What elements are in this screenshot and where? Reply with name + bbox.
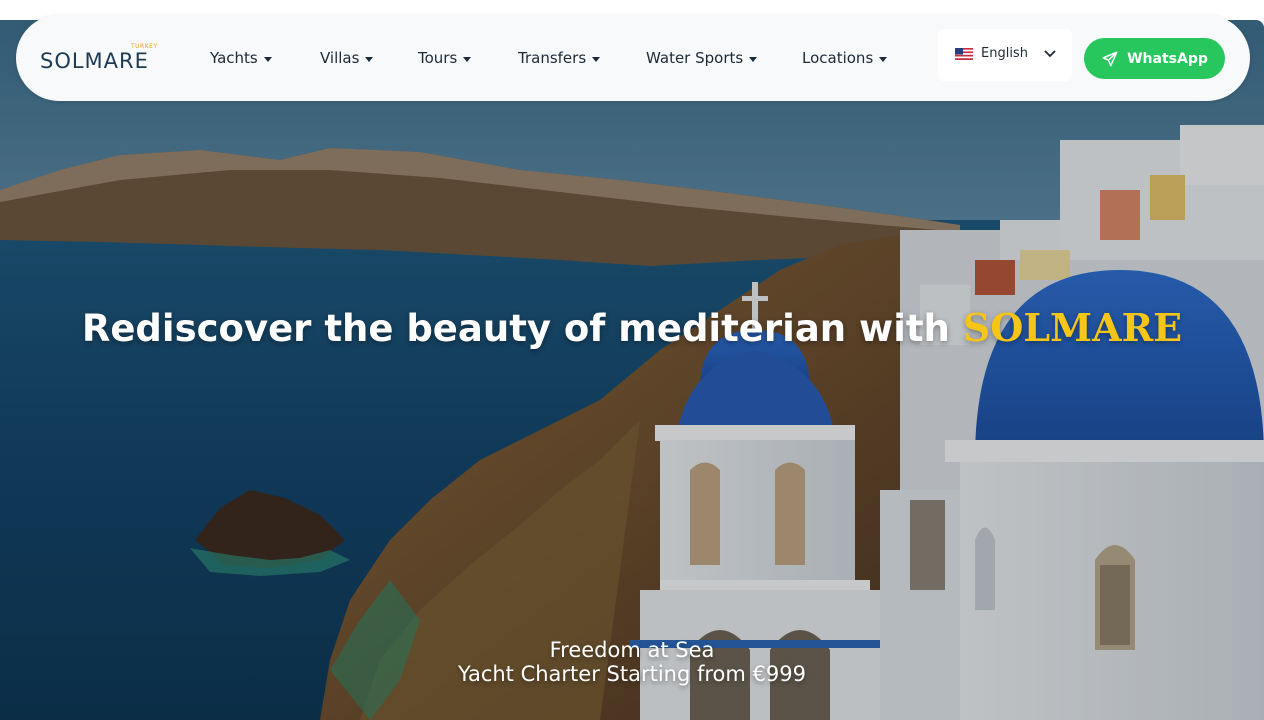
hero-tagline-line1: Freedom at Sea	[549, 638, 715, 662]
nav-item-label: Tours	[418, 49, 458, 67]
nav-item-yachts[interactable]: Yachts	[210, 48, 272, 68]
caret-down-icon	[592, 56, 601, 62]
logo-wordmark: SOLMARE	[40, 49, 149, 73]
caret-down-icon	[879, 56, 888, 62]
hero-section	[0, 20, 1264, 720]
nav-item-label: Locations	[802, 49, 874, 67]
caret-down-icon	[263, 56, 272, 62]
nav-item-water-sports[interactable]: Water Sports	[646, 48, 758, 68]
chevron-down-icon	[1044, 50, 1056, 58]
hero-tagline: Freedom at Sea Yacht Charter Starting fr…	[0, 638, 1264, 686]
hero-headline: Rediscover the beauty of mediterian with…	[0, 305, 1264, 350]
send-icon	[1102, 51, 1118, 66]
us-flag-icon	[955, 48, 973, 60]
caret-down-icon	[463, 56, 472, 62]
nav-item-label: Villas	[320, 49, 360, 67]
hero-headline-brand: SOLMARE	[962, 305, 1183, 350]
nav-item-label: Yachts	[210, 49, 258, 67]
language-label: English	[981, 46, 1028, 61]
nav-item-tours[interactable]: Tours	[418, 48, 472, 68]
solmare-logo[interactable]: TURKEY SOLMARE	[40, 43, 162, 75]
nav-item-label: Transfers	[518, 49, 587, 67]
nav-item-transfers[interactable]: Transfers	[518, 48, 601, 68]
nav-item-locations[interactable]: Locations	[802, 48, 888, 68]
top-navbar: TURKEY SOLMARE Yachts Villas Tours Trans…	[16, 15, 1250, 101]
hero-overlay	[0, 20, 1264, 720]
nav-item-label: Water Sports	[646, 49, 744, 67]
hero-tagline-line2: Yacht Charter Starting from €999	[458, 662, 806, 686]
whatsapp-button[interactable]: WhatsApp	[1084, 38, 1225, 79]
caret-down-icon	[749, 56, 758, 62]
nav-item-villas[interactable]: Villas	[320, 48, 374, 68]
caret-down-icon	[365, 56, 374, 62]
language-selector[interactable]: English	[938, 29, 1072, 81]
whatsapp-label: WhatsApp	[1127, 50, 1208, 67]
hero-headline-text: Rediscover the beauty of mediterian with	[81, 307, 963, 350]
